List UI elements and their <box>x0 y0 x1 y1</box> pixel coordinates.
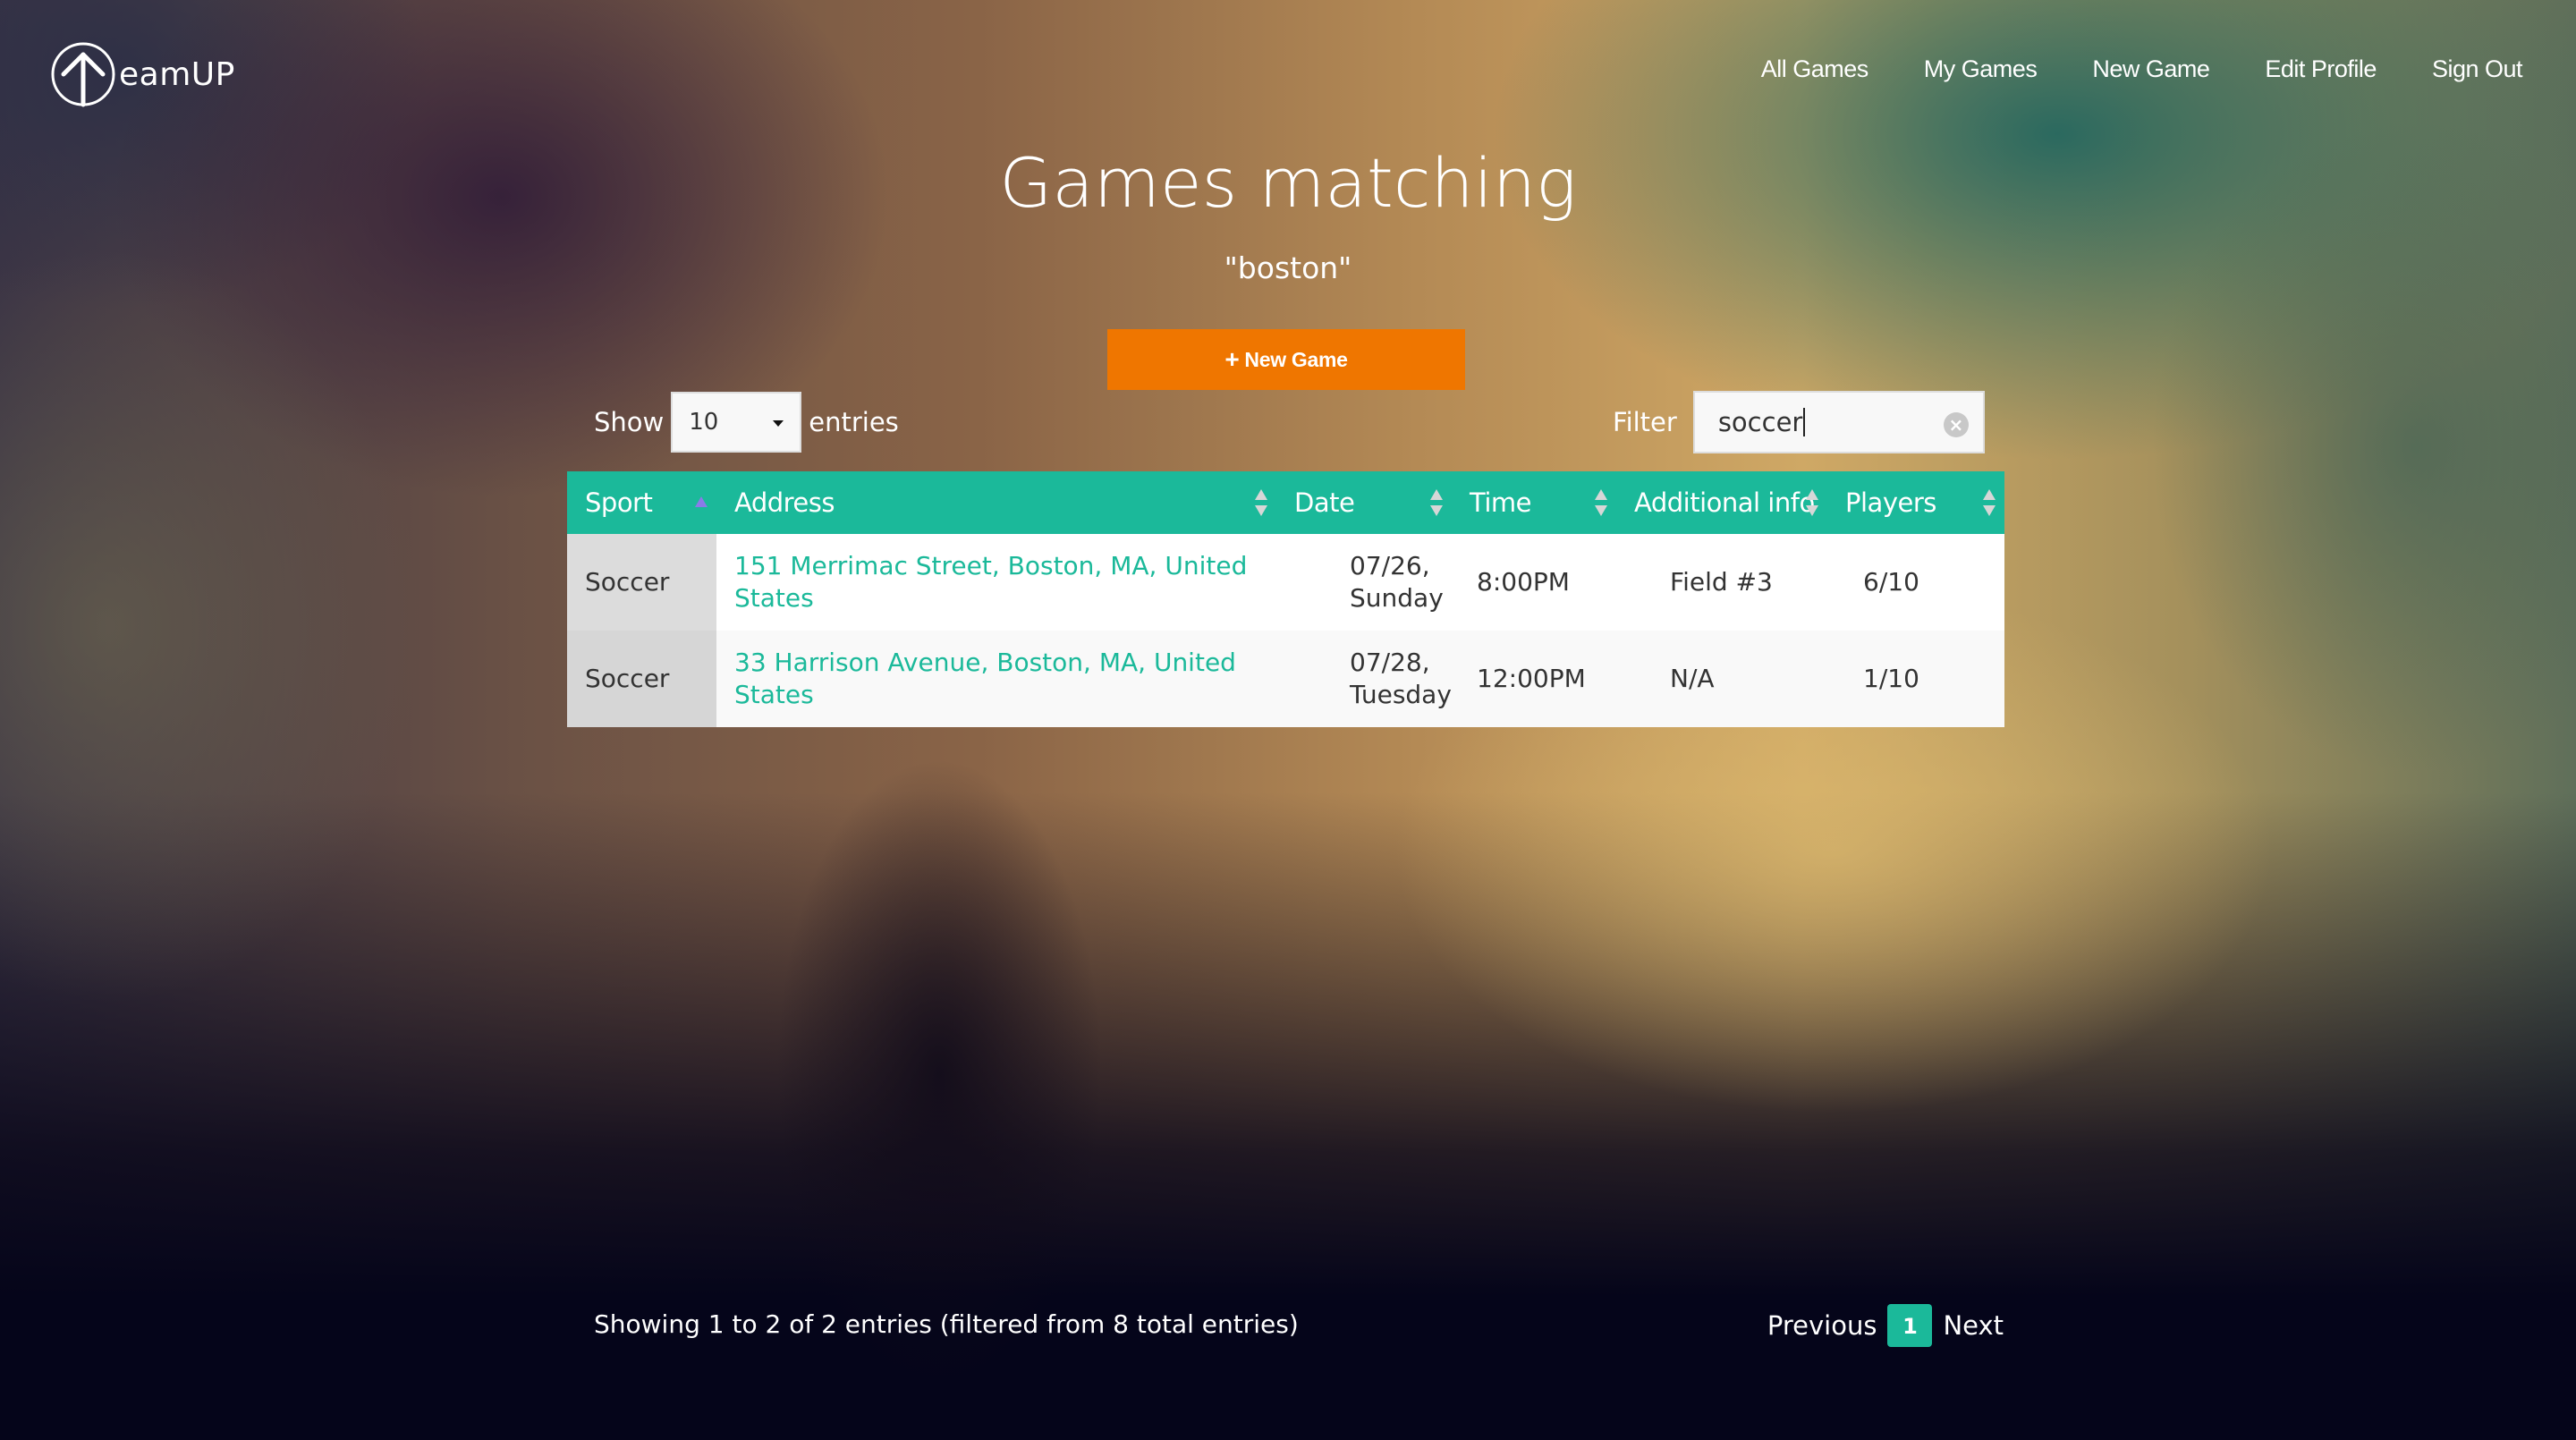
cell-additional-info: N/A <box>1616 631 1827 727</box>
show-label: Show <box>594 407 665 437</box>
table-header-row: Sport Address Date Time Additional info … <box>567 471 2004 534</box>
games-table: Sport Address Date Time Additional info … <box>567 471 2004 727</box>
plus-icon: + <box>1224 345 1240 373</box>
search-query: "boston" <box>1224 250 1352 285</box>
column-header-time[interactable]: Time <box>1452 471 1616 534</box>
logo-text: eamUP <box>119 55 235 93</box>
cell-sport: Soccer <box>567 631 716 727</box>
nav-sign-out[interactable]: Sign Out <box>2432 55 2523 83</box>
nav-new-game[interactable]: New Game <box>2092 55 2210 83</box>
page-button-current[interactable]: 1 <box>1887 1304 1933 1347</box>
logo[interactable]: eamUP <box>49 40 235 108</box>
column-header-sport[interactable]: Sport <box>567 471 716 534</box>
clear-icon[interactable]: × <box>1943 412 1969 437</box>
table-row: Soccer 151 Merrimac Street, Boston, MA, … <box>567 534 2004 631</box>
cell-time: 8:00PM <box>1452 534 1616 631</box>
sort-icon <box>1255 489 1267 516</box>
nav-edit-profile[interactable]: Edit Profile <box>2265 55 2377 83</box>
cell-players: 6/10 <box>1827 534 2004 631</box>
cell-date: 07/26, Sunday <box>1276 534 1452 631</box>
entries-length-control: Show 10 entries <box>594 391 899 453</box>
page-title: Games matching <box>999 143 1577 223</box>
address-link[interactable]: 151 Merrimac Street, Boston, MA, United … <box>734 551 1247 613</box>
sort-icon <box>1430 489 1443 516</box>
caret-down-icon <box>773 420 784 427</box>
cell-address: 33 Harrison Avenue, Boston, MA, United S… <box>716 631 1276 727</box>
cell-time: 12:00PM <box>1452 631 1616 727</box>
sort-icon <box>1983 489 1996 516</box>
filter-control: Filter soccer × <box>1613 391 1985 453</box>
nav-all-games[interactable]: All Games <box>1761 55 1869 83</box>
entries-per-page-select[interactable]: 10 <box>671 392 802 453</box>
address-link[interactable]: 33 Harrison Avenue, Boston, MA, United S… <box>734 648 1236 709</box>
filter-input-value: soccer <box>1717 407 1803 437</box>
column-header-address[interactable]: Address <box>716 471 1276 534</box>
table-row: Soccer 33 Harrison Avenue, Boston, MA, U… <box>567 631 2004 727</box>
new-game-button-label: New Game <box>1244 347 1348 371</box>
next-button[interactable]: Next <box>1943 1310 2004 1341</box>
cell-additional-info: Field #3 <box>1616 534 1827 631</box>
column-header-players[interactable]: Players <box>1827 471 2004 534</box>
column-header-date[interactable]: Date <box>1276 471 1452 534</box>
arrow-up-circle-icon <box>51 42 115 107</box>
filter-input[interactable]: soccer × <box>1692 391 1985 453</box>
text-cursor <box>1803 408 1806 436</box>
cell-players: 1/10 <box>1827 631 2004 727</box>
new-game-button[interactable]: + New Game <box>1107 329 1465 390</box>
cell-address: 151 Merrimac Street, Boston, MA, United … <box>716 534 1276 631</box>
cell-sport: Soccer <box>567 534 716 631</box>
sort-icon <box>1806 489 1818 516</box>
column-header-additional-info[interactable]: Additional info <box>1616 471 1827 534</box>
table-info: Showing 1 to 2 of 2 entries (filtered fr… <box>594 1309 1299 1339</box>
filter-label: Filter <box>1613 407 1677 437</box>
sort-ascending-icon <box>695 489 708 516</box>
entries-per-page-value: 10 <box>689 409 719 436</box>
cell-date: 07/28, Tuesday <box>1276 631 1452 727</box>
top-nav: All Games My Games New Game Edit Profile… <box>1706 55 2523 83</box>
nav-my-games[interactable]: My Games <box>1924 55 2038 83</box>
entries-label: entries <box>809 407 899 437</box>
sort-icon <box>1595 489 1607 516</box>
pagination: Previous 1 Next <box>1767 1304 2004 1347</box>
previous-button[interactable]: Previous <box>1767 1310 1877 1341</box>
